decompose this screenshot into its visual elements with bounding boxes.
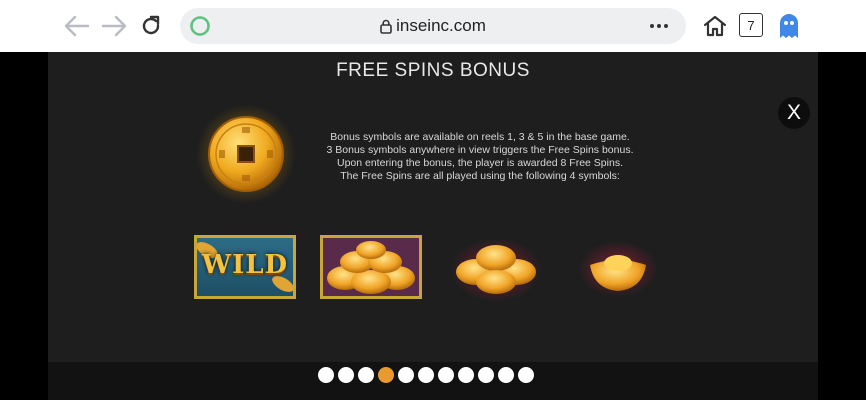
gold-ingots-icon — [327, 241, 415, 294]
three-ingots-symbol — [448, 232, 544, 302]
page-indicator[interactable] — [318, 365, 548, 385]
pager-dot[interactable] — [338, 367, 354, 383]
info-line: The Free Spins are all played using the … — [340, 170, 620, 182]
bonus-description: Bonus symbols are available on reels 1, … — [310, 131, 650, 183]
reload-button[interactable] — [134, 9, 168, 43]
bonus-coin-icon — [196, 104, 296, 204]
wild-symbol: WILD — [194, 235, 296, 299]
back-button[interactable] — [60, 9, 94, 43]
close-button[interactable]: X — [778, 97, 810, 129]
pager-dot[interactable] — [358, 367, 374, 383]
tabs-button[interactable]: 7 — [739, 13, 763, 37]
address-bar[interactable]: inseinc.com — [180, 8, 686, 44]
pager-dot[interactable] — [418, 367, 434, 383]
ingot-pile-symbol — [320, 235, 422, 299]
url-text: inseinc.com — [396, 16, 486, 35]
pager-dot[interactable] — [478, 367, 494, 383]
wild-label: WILD — [201, 250, 289, 280]
single-ingot-symbol — [576, 237, 660, 301]
info-line: Bonus symbols are available on reels 1, … — [330, 131, 630, 143]
arrow-left-icon — [64, 15, 90, 37]
lock-icon — [380, 19, 392, 34]
forward-button[interactable] — [97, 9, 131, 43]
pager-dot[interactable] — [398, 367, 414, 383]
pager-dot[interactable] — [498, 367, 514, 383]
ghost-extension-button[interactable] — [772, 9, 806, 43]
pager-dot[interactable] — [458, 367, 474, 383]
info-line: Upon entering the bonus, the player is a… — [336, 157, 623, 169]
more-options-icon[interactable] — [644, 16, 674, 36]
info-line: 3 Bonus symbols anywhere in view trigger… — [326, 144, 634, 156]
pager-dot[interactable] — [518, 367, 534, 383]
pager-dot-active[interactable] — [378, 367, 394, 383]
gold-ingot-icon — [578, 241, 658, 297]
reload-icon — [142, 15, 160, 35]
arrow-right-icon — [101, 15, 127, 37]
game-help-panel: FREE SPINS BONUS X Bonus symbols are ava… — [48, 52, 818, 400]
url-display: inseinc.com — [180, 8, 686, 44]
home-icon — [703, 15, 727, 37]
pager-dot[interactable] — [318, 367, 334, 383]
browser-toolbar: inseinc.com 7 — [0, 0, 866, 52]
ghost-icon — [780, 14, 798, 38]
close-label: X — [786, 101, 801, 124]
page-title: FREE SPINS BONUS — [336, 60, 530, 81]
home-button[interactable] — [698, 9, 732, 43]
tab-count-label: 7 — [747, 17, 755, 33]
gold-ingots-icon — [450, 238, 542, 302]
pager-dot[interactable] — [438, 367, 454, 383]
